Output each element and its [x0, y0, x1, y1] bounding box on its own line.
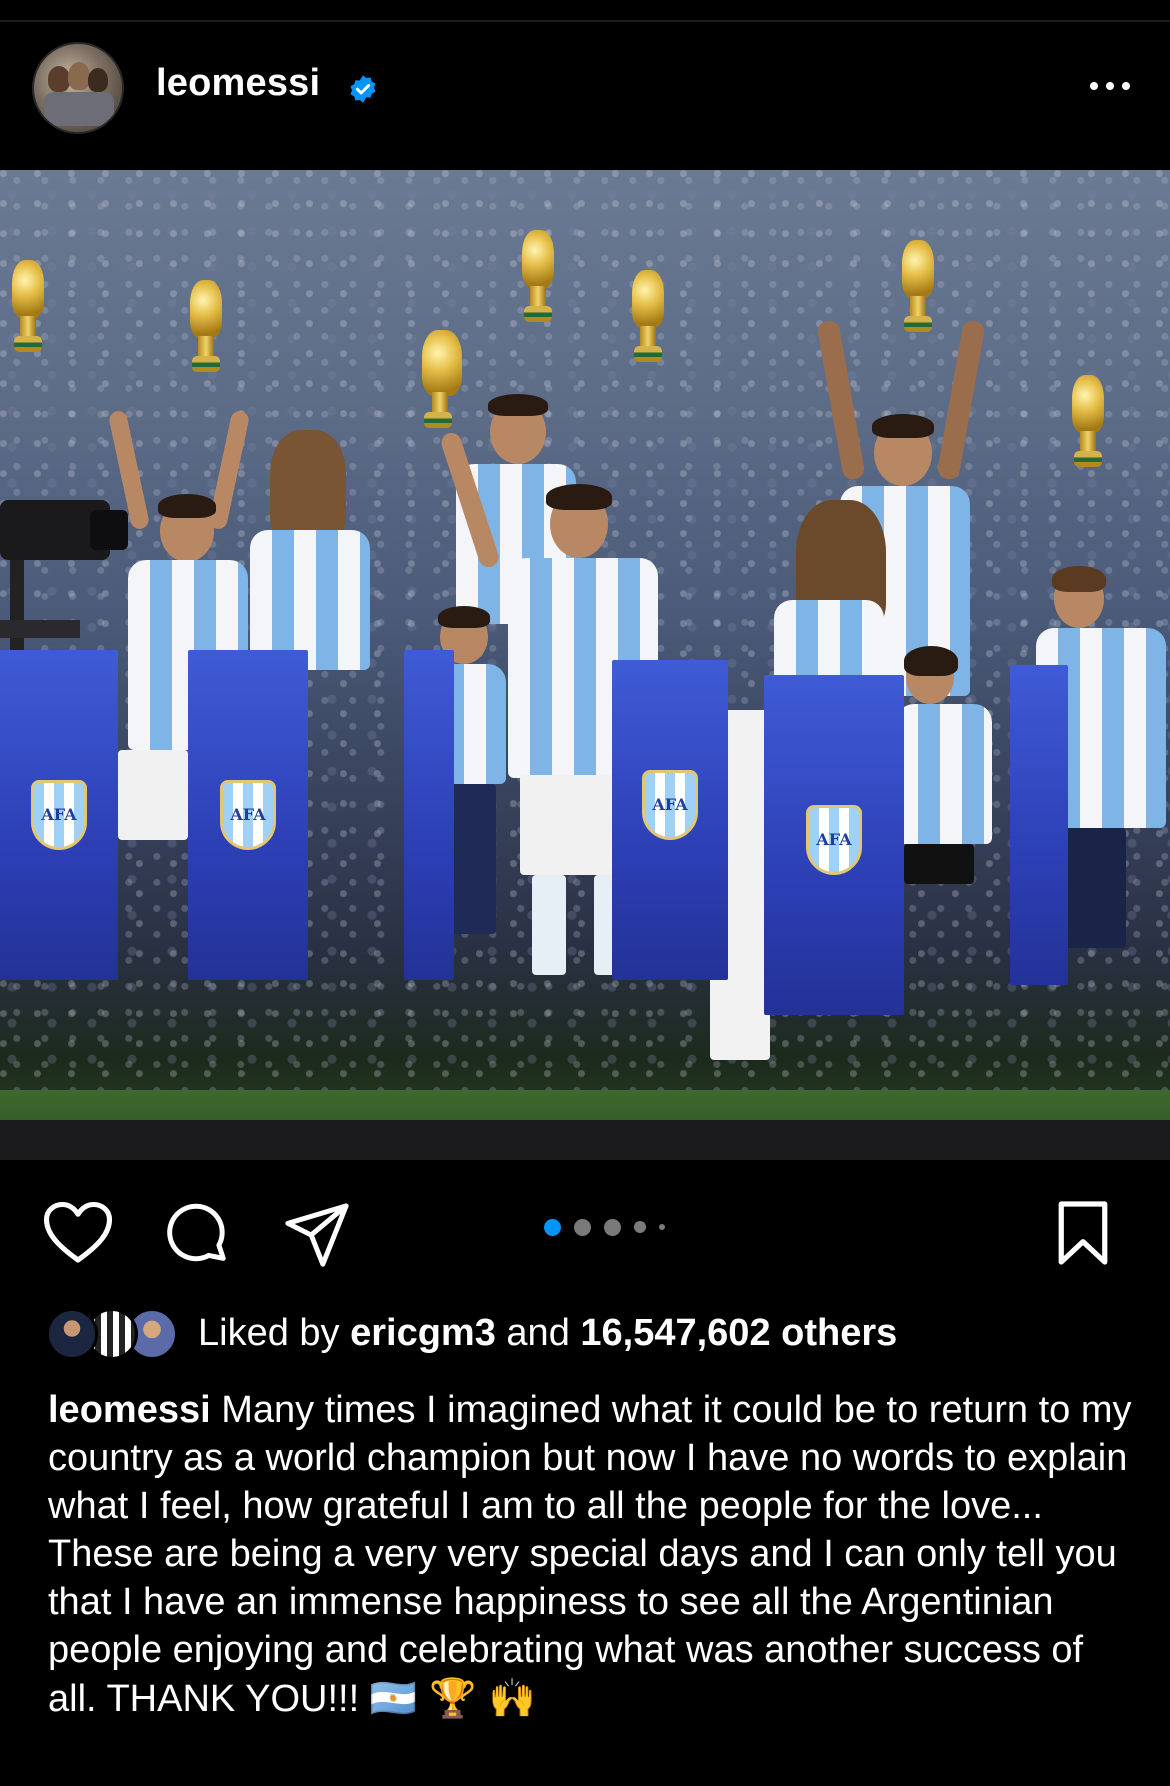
carousel-dot[interactable] [604, 1218, 621, 1236]
liked-by-avatars [46, 1306, 186, 1362]
podium-3 [404, 650, 454, 980]
likes-summary[interactable]: Liked by ericgm3 and 16,547,602 others [198, 1312, 897, 1355]
carousel-dot-active[interactable] [544, 1218, 561, 1236]
carousel-dot[interactable] [659, 1224, 665, 1230]
podium-1: AFA [0, 650, 118, 980]
carousel-dot[interactable] [634, 1221, 646, 1233]
comment-icon[interactable] [162, 1200, 232, 1270]
heart-icon[interactable] [42, 1200, 114, 1266]
liker-username[interactable]: ericgm3 [350, 1312, 496, 1354]
caption-username[interactable]: leomessi [48, 1389, 211, 1431]
trophy-5 [628, 270, 668, 370]
caption-emojis: 🇦🇷 🏆 🙌 [369, 1676, 536, 1720]
post-username[interactable]: leomessi [156, 62, 320, 105]
likes-conjunction: and [506, 1312, 570, 1354]
trophy-2 [186, 280, 226, 380]
bookmark-icon[interactable] [1054, 1198, 1112, 1268]
likes-prefix: Liked by [198, 1312, 340, 1354]
podium-2: AFA [188, 650, 308, 980]
status-bar-divider [0, 0, 1170, 22]
podium-4: AFA [612, 660, 728, 980]
stage-floor [0, 1120, 1170, 1160]
post-caption: leomessi Many times I imagined what it c… [48, 1386, 1138, 1723]
trophy-1 [8, 260, 48, 360]
trophy-7 [1068, 375, 1108, 475]
post-header: leomessi [0, 22, 1170, 170]
carousel-indicator [544, 1217, 665, 1237]
carousel-dot[interactable] [574, 1218, 591, 1236]
verified-badge-icon [350, 75, 376, 103]
liker-avatar [46, 1308, 98, 1360]
more-icon[interactable] [1090, 82, 1130, 90]
trophy-4 [518, 230, 558, 330]
post-image[interactable]: AFA AFA AFA AFA [0, 170, 1170, 1160]
trophy-6 [898, 240, 938, 340]
podium-6 [1010, 665, 1068, 985]
likes-count[interactable]: 16,547,602 others [580, 1312, 897, 1354]
profile-avatar[interactable] [32, 42, 124, 134]
trophy-3 [418, 330, 470, 430]
share-icon[interactable] [282, 1200, 352, 1270]
likes-row[interactable]: Liked by ericgm3 and 16,547,602 others [46, 1304, 1146, 1364]
caption-text: Many times I imagined what it could be t… [48, 1389, 1132, 1720]
podium-5: AFA [764, 675, 904, 1015]
